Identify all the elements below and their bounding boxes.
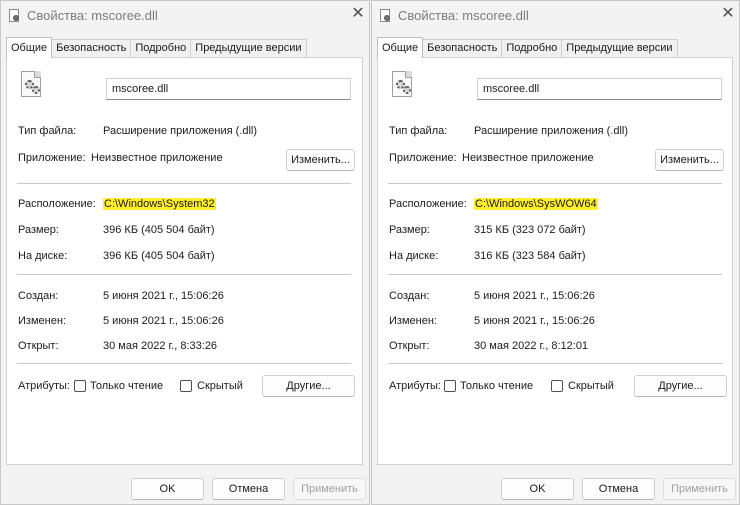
accessed-label: Открыт: <box>18 340 59 352</box>
created-label: Создан: <box>389 290 430 302</box>
size-on-disk-label: На диске: <box>389 250 439 262</box>
general-tab-panel: Тип файла: Расширение приложения (.dll) … <box>6 57 363 465</box>
size-value: 396 КБ (405 504 байт) <box>103 224 215 236</box>
advanced-attributes-button[interactable]: Другие... <box>634 375 727 397</box>
modified-label: Изменен: <box>389 315 437 327</box>
tab-security[interactable]: Безопасность <box>51 39 132 58</box>
hidden-label: Скрытый <box>197 380 243 392</box>
file-name-input[interactable] <box>477 78 722 100</box>
divider <box>388 363 722 364</box>
change-app-button[interactable]: Изменить... <box>286 149 355 171</box>
dll-gear-icon <box>390 71 416 101</box>
close-icon[interactable]: ✕ <box>718 4 738 24</box>
location-label: Расположение: <box>18 198 96 210</box>
apply-button[interactable]: Применить <box>663 478 736 500</box>
readonly-checkbox[interactable] <box>444 380 456 392</box>
location-highlight: C:\Windows\SysWOW64 <box>474 198 598 210</box>
file-name-input[interactable] <box>106 78 351 100</box>
window-title: Свойства: mscoree.dll <box>27 8 158 23</box>
hidden-checkbox[interactable] <box>551 380 563 392</box>
modified-value: 5 июня 2021 г., 15:06:26 <box>474 315 595 327</box>
divider <box>17 363 351 364</box>
advanced-attributes-button[interactable]: Другие... <box>262 375 355 397</box>
file-type-label: Тип файла: <box>18 125 77 137</box>
dll-file-icon <box>9 9 21 23</box>
hidden-checkbox[interactable] <box>180 380 192 392</box>
tab-strip: Общие Безопасность Подробно Предыдущие верс… <box>6 37 307 58</box>
accessed-value: 30 мая 2022 г., 8:12:01 <box>474 340 589 352</box>
tab-previous-versions[interactable]: Предыдущие версии <box>561 39 678 58</box>
modified-label: Изменен: <box>18 315 66 327</box>
tab-details[interactable]: Подробно <box>130 39 192 58</box>
tab-previous-versions[interactable]: Предыдущие версии <box>190 39 307 58</box>
hidden-label: Скрытый <box>568 380 614 392</box>
size-value: 315 КБ (323 072 байт) <box>474 224 586 236</box>
divider <box>17 183 351 184</box>
size-label: Размер: <box>18 224 59 236</box>
divider <box>17 274 351 275</box>
location-value: C:\Windows\SysWOW64 <box>474 198 598 210</box>
attributes-label: Атрибуты: <box>18 380 70 392</box>
divider <box>388 274 722 275</box>
size-on-disk-value: 396 КБ (405 504 байт) <box>103 250 215 262</box>
size-on-disk-label: На диске: <box>18 250 68 262</box>
cancel-button[interactable]: Отмена <box>582 478 655 500</box>
opens-with-value: Неизвестное приложение <box>91 152 223 164</box>
dll-gear-icon <box>19 71 45 101</box>
divider <box>388 183 722 184</box>
location-label: Расположение: <box>389 198 467 210</box>
accessed-value: 30 мая 2022 г., 8:33:26 <box>103 340 218 352</box>
ok-button[interactable]: OK <box>501 478 574 500</box>
readonly-label: Только чтение <box>90 380 164 392</box>
created-value: 5 июня 2021 г., 15:06:26 <box>103 290 224 302</box>
properties-dialog-system32: Свойства: mscoree.dll ✕ Общие Безопасност… <box>0 0 370 505</box>
properties-dialog-syswow64: Свойства: mscoree.dll ✕ Общие Безопасност… <box>371 0 740 505</box>
change-app-button[interactable]: Изменить... <box>655 149 724 171</box>
readonly-checkbox[interactable] <box>74 380 86 392</box>
modified-value: 5 июня 2021 г., 15:06:26 <box>103 315 224 327</box>
opens-with-label: Приложение: <box>389 152 457 164</box>
title-bar: Свойства: mscoree.dll ✕ <box>1 1 369 31</box>
close-icon[interactable]: ✕ <box>348 4 368 24</box>
dll-file-icon <box>380 9 392 23</box>
tab-details[interactable]: Подробно <box>501 39 563 58</box>
tab-strip: Общие Безопасность Подробно Предыдущие верс… <box>377 37 678 58</box>
created-value: 5 июня 2021 г., 15:06:26 <box>474 290 595 302</box>
title-bar: Свойства: mscoree.dll ✕ <box>372 1 739 31</box>
tab-general[interactable]: Общие <box>6 37 53 58</box>
tab-general[interactable]: Общие <box>377 37 424 58</box>
window-title: Свойства: mscoree.dll <box>398 8 529 23</box>
opens-with-label: Приложение: <box>18 152 86 164</box>
file-type-value: Расширение приложения (.dll) <box>103 125 258 137</box>
cancel-button[interactable]: Отмена <box>212 478 285 500</box>
file-type-label: Тип файла: <box>389 125 448 137</box>
ok-button[interactable]: OK <box>131 478 204 500</box>
readonly-label: Только чтение <box>460 380 534 392</box>
accessed-label: Открыт: <box>389 340 430 352</box>
size-on-disk-value: 316 КБ (323 584 байт) <box>474 250 586 262</box>
location-value: C:\Windows\System32 <box>103 198 216 210</box>
file-type-value: Расширение приложения (.dll) <box>474 125 629 137</box>
location-highlight: C:\Windows\System32 <box>103 198 216 210</box>
opens-with-value: Неизвестное приложение <box>462 152 594 164</box>
general-tab-panel: Тип файла: Расширение приложения (.dll) … <box>377 57 733 465</box>
size-label: Размер: <box>389 224 430 236</box>
created-label: Создан: <box>18 290 59 302</box>
attributes-label: Атрибуты: <box>389 380 441 392</box>
apply-button[interactable]: Применить <box>293 478 366 500</box>
tab-security[interactable]: Безопасность <box>422 39 503 58</box>
